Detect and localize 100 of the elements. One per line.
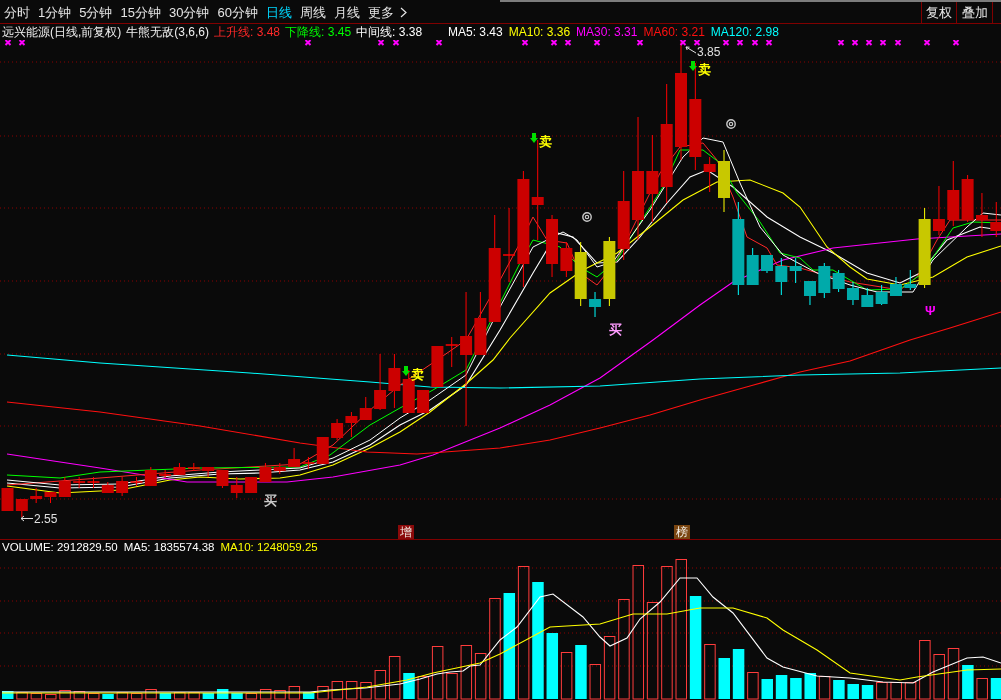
x-marker-icon xyxy=(751,40,759,46)
x-marker-icon xyxy=(521,40,529,46)
volume-bar xyxy=(876,682,888,700)
x-marker-icon xyxy=(550,40,558,46)
period-tab[interactable]: 周线 xyxy=(295,2,330,23)
candlestick xyxy=(961,174,974,223)
period-tab[interactable]: 30分钟 xyxy=(164,2,214,23)
volume-bar xyxy=(919,640,931,700)
volume-bar xyxy=(88,693,100,700)
candlestick xyxy=(990,201,1001,238)
candlestick xyxy=(30,487,43,504)
up-left-arrow-icon xyxy=(685,46,696,54)
period-tab[interactable]: 1分钟 xyxy=(34,2,76,23)
x-marker-icon xyxy=(894,40,902,46)
volume-bar xyxy=(73,691,86,700)
volume-bar xyxy=(360,682,372,700)
volume-bar xyxy=(775,675,788,699)
volume-bar xyxy=(274,690,286,700)
signal-mark: Ψ xyxy=(925,304,936,317)
down-arrow-icon xyxy=(530,133,538,143)
volume-bar xyxy=(704,644,716,700)
volume-reading: VOLUME: 2912829.50 xyxy=(2,541,118,554)
period-tab[interactable]: 5分钟 xyxy=(75,2,117,23)
candlestick xyxy=(846,281,859,306)
volume-bar xyxy=(403,673,415,699)
low-price-label: 2.55 xyxy=(34,513,58,525)
volume-bar xyxy=(460,645,473,700)
period-tab[interactable]: 15分钟 xyxy=(116,2,165,23)
volume-bar xyxy=(718,658,730,699)
volume-bar xyxy=(732,649,745,699)
moving-average-reading: MA5: 3.43 xyxy=(448,26,503,38)
x-marker-icon xyxy=(837,40,845,46)
candlestick xyxy=(975,192,988,238)
candlestick xyxy=(173,462,186,476)
volume-bar xyxy=(790,678,802,699)
candlestick xyxy=(230,476,243,499)
volume-bar xyxy=(345,681,358,700)
x-marker-icon xyxy=(18,40,26,46)
moving-average-reading: MA30: 3.31 xyxy=(576,26,638,38)
candlestick xyxy=(374,353,387,411)
x-marker-icon xyxy=(865,40,873,46)
volume-bar xyxy=(890,682,902,700)
volume-bar xyxy=(45,694,57,700)
candlestick xyxy=(889,276,902,297)
volume-bar xyxy=(575,645,587,699)
moving-average-reading: MA120: 2.98 xyxy=(710,26,779,38)
volume-bar xyxy=(560,652,573,700)
period-tab[interactable]: 月线 xyxy=(329,2,364,23)
volume-bar xyxy=(2,691,14,699)
x-marker-icon xyxy=(4,40,12,46)
toolbar-button[interactable]: 复权 xyxy=(921,2,956,23)
period-tab[interactable]: 分时 xyxy=(0,2,34,23)
indicator-reading: 中间线: 3.38 xyxy=(356,26,423,38)
volume-bar xyxy=(976,678,988,700)
volume-bar xyxy=(16,692,28,700)
x-marker-icon xyxy=(564,40,572,46)
more-button[interactable]: 更多 xyxy=(363,2,411,23)
candlestick xyxy=(359,396,372,421)
moving-average-reading: MA10: 3.36 xyxy=(508,26,571,38)
candlestick xyxy=(101,481,114,494)
x-marker-icon xyxy=(693,40,701,46)
x-marker-icon xyxy=(879,40,887,46)
volume-reading: MA10: 1248059.25 xyxy=(220,541,318,554)
period-tab[interactable]: 60分钟 xyxy=(213,2,262,23)
volume-bar xyxy=(861,685,874,699)
indicator-reading: 上升线: 3.48 xyxy=(214,26,281,38)
volume-bar xyxy=(231,693,243,699)
volume-bar xyxy=(847,684,859,699)
volume-bar xyxy=(933,654,945,700)
sell-signal: 卖 xyxy=(539,135,552,148)
candlestick xyxy=(1,487,14,512)
candlestick xyxy=(804,280,816,306)
volume-bar xyxy=(474,653,487,700)
x-marker-icon xyxy=(736,40,744,46)
candlestick xyxy=(15,498,28,518)
volume-bar xyxy=(818,676,831,700)
volume-bar xyxy=(317,686,329,700)
x-marker-icon xyxy=(765,40,773,46)
sell-signal: 卖 xyxy=(698,63,711,76)
ring-marker-icon xyxy=(582,212,592,222)
x-marker-icon xyxy=(377,40,385,46)
moving-average-reading: MA60: 3.21 xyxy=(643,26,705,38)
volume-bar xyxy=(804,673,816,699)
x-marker-icon xyxy=(392,40,400,46)
volume-bar xyxy=(331,681,344,700)
indicator-name: 牛熊无敌(3,6,6) xyxy=(126,26,209,38)
x-marker-icon xyxy=(636,40,644,46)
candlestick xyxy=(861,287,874,308)
volume-bar xyxy=(990,678,1001,699)
candlestick xyxy=(947,160,960,227)
x-marker-icon xyxy=(923,40,931,46)
candlestick xyxy=(761,254,773,274)
candlestick xyxy=(388,353,401,409)
x-marker-icon xyxy=(722,40,730,46)
x-marker-icon xyxy=(435,40,443,46)
candlestick xyxy=(331,418,344,441)
period-tab[interactable]: 日线 xyxy=(261,2,296,23)
high-price-label: 3.85 xyxy=(697,46,721,58)
candlestick xyxy=(345,411,358,438)
toolbar-button[interactable]: 叠加 xyxy=(956,2,992,23)
